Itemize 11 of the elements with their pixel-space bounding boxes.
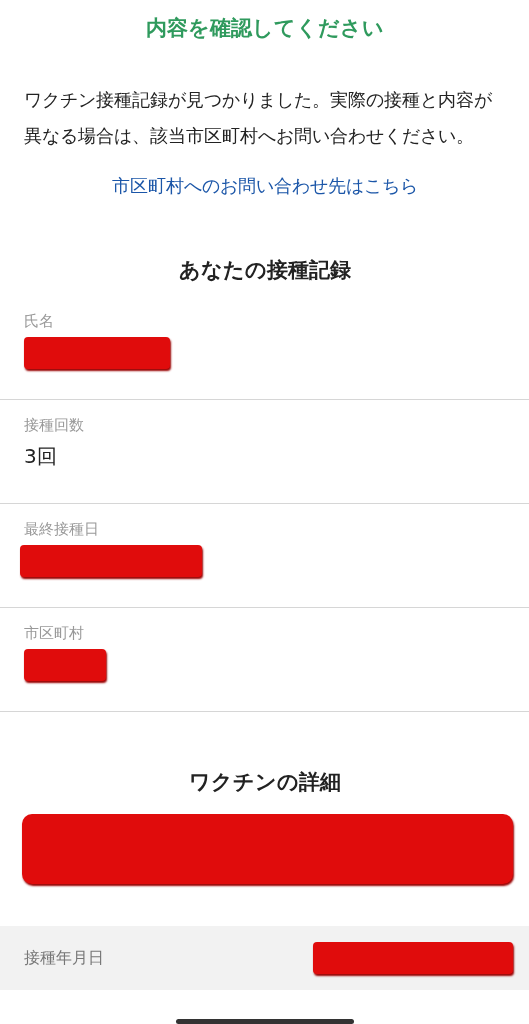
row-label: 接種年月日 xyxy=(24,947,104,969)
page-title: 内容を確認してください xyxy=(144,15,385,42)
message-text: ワクチン接種記録が見つかりました。実際の接種と内容が異なる場合は、該当市区町村へお問い合わせください。 xyxy=(24,88,493,148)
field-value: 3回 xyxy=(24,443,58,470)
section-heading: ワクチンの詳細 xyxy=(187,769,342,796)
contact-link[interactable]: 市区町村へのお問い合わせ先はこちら xyxy=(111,175,418,196)
field-label: 最終接種日 xyxy=(24,520,100,539)
field-label: 接種回数 xyxy=(24,416,85,435)
section-heading: あなたの接種記録 xyxy=(177,257,352,284)
field-label: 氏名 xyxy=(24,312,55,331)
field-label: 市区町村 xyxy=(24,624,85,643)
